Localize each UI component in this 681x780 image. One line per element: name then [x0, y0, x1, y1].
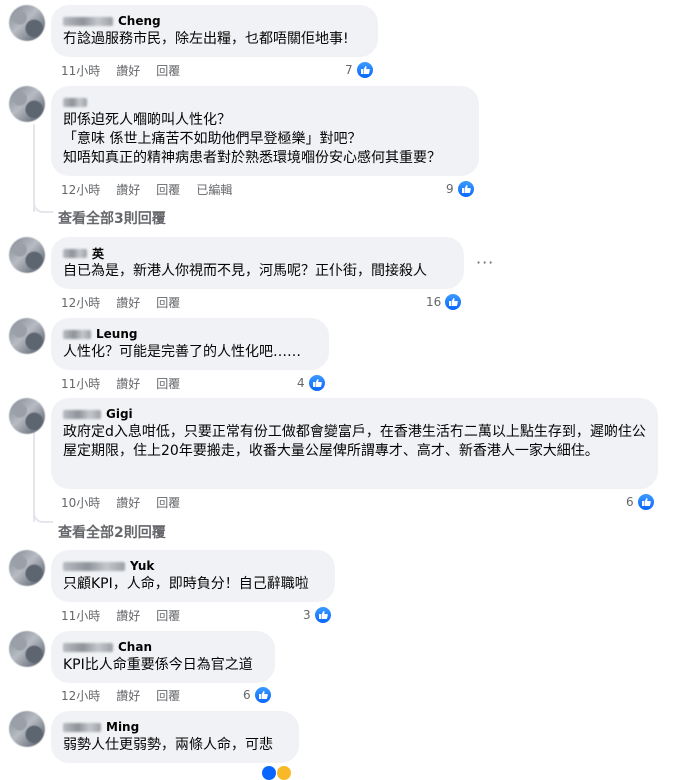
reply-button[interactable]: 回覆 — [156, 375, 180, 391]
comment-text: 弱勢人仕更弱勢，兩條人命，可悲 — [63, 737, 273, 753]
reply-button[interactable]: 回覆 — [156, 294, 180, 310]
reply-button[interactable]: 回覆 — [156, 181, 180, 197]
reaction-icons — [262, 766, 291, 780]
thumbs-up-icon — [313, 606, 332, 624]
comment-author[interactable]: 英 — [63, 245, 452, 261]
like-button[interactable]: 讚好 — [116, 181, 140, 197]
comment-actions: 11小時 讚好 回覆 — [61, 62, 180, 78]
thumbs-up-icon — [444, 293, 463, 311]
comment-author[interactable]: Ming — [63, 719, 287, 735]
comment-author[interactable] — [63, 94, 467, 110]
comment-text: 自已為是，新港人你視而不見，河馬呢？正仆街，間接殺人 — [63, 263, 427, 279]
comment-time[interactable]: 12小時 — [61, 181, 100, 197]
reply-button[interactable]: 回覆 — [156, 62, 180, 78]
comment-bubble: 英 自已為是，新港人你視而不見，河馬呢？正仆街，間接殺人 — [51, 237, 464, 289]
reaction-count[interactable]: 6 — [626, 493, 655, 511]
haha-icon — [277, 766, 291, 780]
view-replies-link[interactable]: 查看全部2則回覆 — [58, 522, 166, 542]
comment-text: 人性化？可能是完善了的人性化吧…… — [63, 344, 301, 360]
view-replies-link[interactable]: 查看全部3則回覆 — [58, 208, 166, 228]
reaction-count[interactable]: 7 — [345, 61, 374, 79]
like-button[interactable]: 讚好 — [116, 62, 140, 78]
comment-text: 冇諗過服務市民，除左出糧，乜都唔關佢地事! — [63, 31, 349, 47]
reply-button[interactable]: 回覆 — [156, 494, 180, 510]
reaction-count[interactable]: 9 — [446, 180, 475, 198]
comment-bubble: 即係迫死人嗰啲叫人性化？ 「意味 係世上痛苦不如助他們早登極樂」對吧？ 知唔知真… — [51, 86, 479, 176]
edited-label: 已編輯 — [196, 183, 233, 197]
comment-text: 只顧KPI，人命，即時負分！自己辭職啦 — [63, 576, 309, 592]
thumbs-up-icon — [636, 493, 655, 511]
more-options-button[interactable]: ··· — [476, 253, 494, 272]
comment-actions: 11小時 讚好 回覆 — [61, 375, 180, 391]
avatar[interactable] — [9, 550, 45, 586]
comment-author[interactable]: Chan — [63, 639, 263, 655]
reaction-count[interactable]: 3 — [303, 606, 332, 624]
reply-button[interactable]: 回覆 — [156, 687, 180, 703]
thumbs-up-icon — [355, 61, 374, 79]
comment-bubble: Cheng 冇諗過服務市民，除左出糧，乜都唔關佢地事! — [51, 5, 378, 57]
thumbs-up-icon — [262, 766, 276, 780]
like-button[interactable]: 讚好 — [116, 375, 140, 391]
avatar[interactable] — [9, 5, 45, 41]
comment-actions: 12小時 讚好 回覆 — [61, 687, 180, 703]
comment-bubble: Ming 弱勢人仕更弱勢，兩條人命，可悲 — [51, 711, 299, 763]
like-button[interactable]: 讚好 — [116, 294, 140, 310]
avatar[interactable] — [9, 318, 45, 354]
comment-time[interactable]: 11小時 — [61, 62, 100, 78]
reaction-count[interactable]: 4 — [297, 374, 326, 392]
comment-time[interactable]: 10小時 — [61, 494, 100, 510]
thread-line — [33, 124, 35, 212]
comment-author[interactable]: Leung — [63, 326, 317, 342]
comment-actions: 11小時 讚好 回覆 — [61, 607, 180, 623]
comment-bubble: Chan KPI比人命重要係今日為官之道 — [51, 631, 275, 683]
avatar[interactable] — [9, 631, 45, 667]
thread-curve — [33, 203, 53, 213]
comment-author[interactable]: Gigi — [63, 406, 646, 422]
comment-bubble: Gigi 政府定d入息咁低，只要正常有份工做都會變富戶，在香港生活冇二萬以上點生… — [51, 398, 658, 489]
like-button[interactable]: 讚好 — [116, 687, 140, 703]
comment-author[interactable]: Cheng — [63, 13, 366, 29]
thread-curve — [33, 513, 53, 523]
comment-bubble: Leung 人性化？可能是完善了的人性化吧…… — [51, 318, 329, 370]
comment-text: 政府定d入息咁低，只要正常有份工做都會變富戶，在香港生活冇二萬以上點生存到，遲啲… — [63, 424, 646, 459]
reply-button[interactable]: 回覆 — [156, 607, 180, 623]
comment-text: 即係迫死人嗰啲叫人性化？ 「意味 係世上痛苦不如助他們早登極樂」對吧？ 知唔知真… — [63, 112, 441, 166]
comment-actions: 12小時 讚好 回覆 已編輯 — [61, 181, 232, 197]
avatar[interactable] — [9, 86, 45, 122]
thumbs-up-icon — [307, 374, 326, 392]
like-button[interactable]: 讚好 — [116, 494, 140, 510]
thumbs-up-icon — [253, 686, 272, 704]
comment-text: KPI比人命重要係今日為官之道 — [63, 657, 253, 673]
comment-time[interactable]: 11小時 — [61, 607, 100, 623]
reaction-count[interactable]: 16 — [426, 293, 463, 311]
thumbs-up-icon — [456, 180, 475, 198]
comment-time[interactable]: 12小時 — [61, 687, 100, 703]
avatar[interactable] — [9, 711, 45, 747]
comment-actions: 12小時 讚好 回覆 — [61, 294, 180, 310]
comment-author[interactable]: Yuk — [63, 558, 323, 574]
comment-bubble: Yuk 只顧KPI，人命，即時負分！自己辭職啦 — [51, 550, 335, 602]
thread-line — [33, 432, 35, 522]
avatar[interactable] — [9, 237, 45, 273]
like-button[interactable]: 讚好 — [116, 607, 140, 623]
avatar[interactable] — [9, 398, 45, 434]
reaction-count[interactable]: 6 — [243, 686, 272, 704]
comment-time[interactable]: 12小時 — [61, 294, 100, 310]
comment-time[interactable]: 11小時 — [61, 375, 100, 391]
comment-actions: 10小時 讚好 回覆 — [61, 494, 180, 510]
